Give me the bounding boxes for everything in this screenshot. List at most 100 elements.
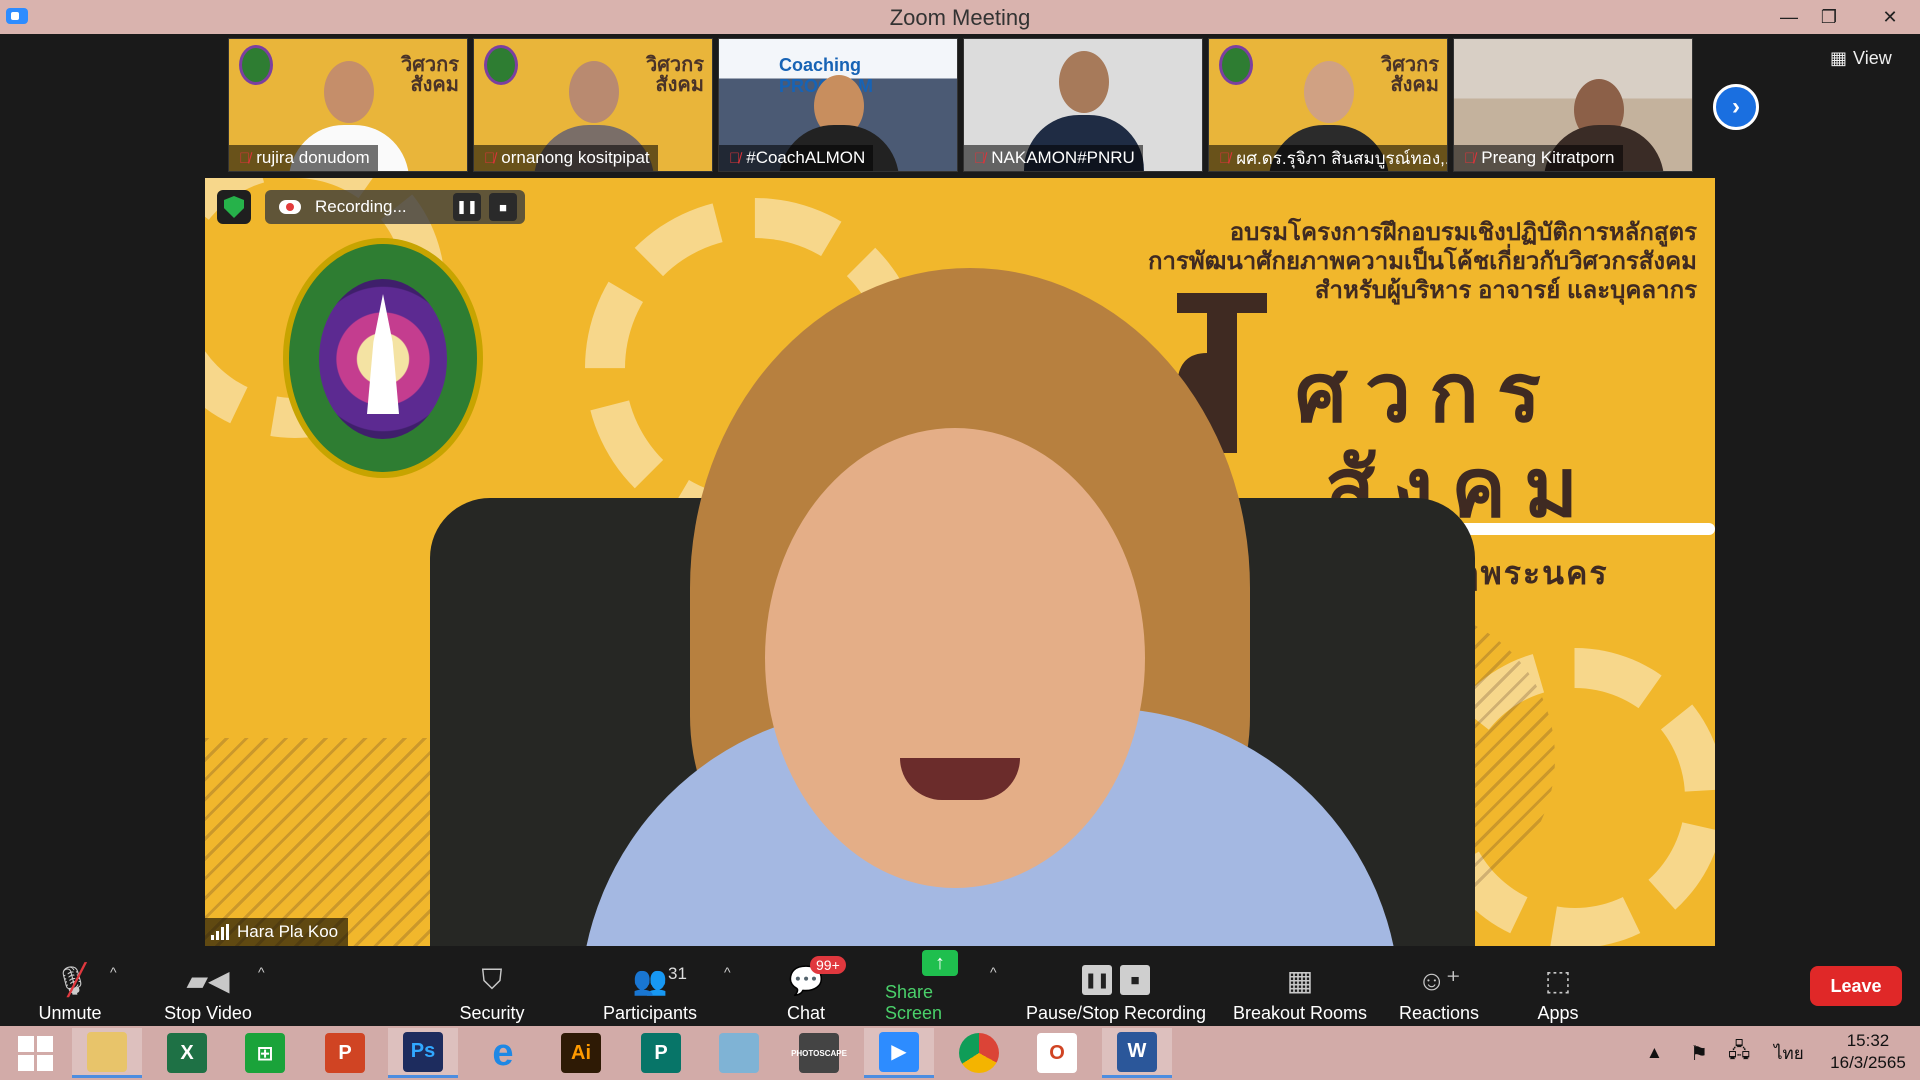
publisher-taskbar-button[interactable]: P [626,1028,696,1078]
participant-caption: 🎙̸ NAKAMON#PNRU [964,145,1143,171]
network-icon[interactable]: 🖧 [1728,1026,1750,1080]
share-screen-icon: ↑ [922,950,958,976]
unmute-button[interactable]: 🎙 ╱ Unmute [30,952,110,1024]
zoom-icon: ▶ [879,1031,919,1072]
pause-recording-button[interactable]: ❚❚ [453,193,481,221]
participant-caption: 🎙̸ Preang Kitratporn [1454,145,1623,171]
internet-explorer-taskbar-button[interactable]: e [468,1028,538,1078]
reactions-label: Reactions [1398,1003,1480,1023]
video-options-caret-icon[interactable]: ^ [258,964,265,980]
participant-name: ผศ.ดร.รุจิภา สินสมบูรณ์ทอง,... [1236,148,1448,168]
maximize-button[interactable]: ❐ [1805,0,1853,34]
share-options-caret-icon[interactable]: ^ [990,964,997,980]
file-explorer-taskbar-button[interactable] [72,1028,142,1078]
recording-label: Recording... [315,197,407,216]
illustrator-taskbar-button[interactable]: Ai [546,1028,616,1078]
stop-video-button[interactable]: ▰◀ Stop Video [160,952,256,1024]
breakout-rooms-button[interactable]: ▦ Breakout Rooms [1230,952,1370,1024]
next-page-arrow-icon[interactable]: › [1713,84,1759,130]
word-icon: W [1117,1031,1157,1072]
cloud-recording-icon [279,200,301,214]
leave-button[interactable]: Leave [1810,966,1902,1006]
view-button[interactable]: ▦ View [1830,48,1892,69]
participant-caption: 🎙̸ ornanong kositpipat [474,145,658,171]
banner-line: การพัฒนาศักยภาพความเป็นโค้ชเกี่ยวกับวิศว… [1147,248,1697,275]
photoscape-taskbar-button[interactable]: PHOTOSCAPE [784,1028,854,1078]
stop-video-label: Stop Video [164,1003,252,1023]
speaker-face [765,428,1145,888]
participants-icon: 👥 [632,964,668,996]
stop-recording-button[interactable]: ■ [489,193,517,221]
zoom-app: Zoom Meeting — ❐ ✕ วิศวกร สังคม 🎙̸ rujira… [0,0,1920,1080]
chat-button[interactable]: 💬 99+ Chat [780,952,846,1024]
powerpoint-icon: P [325,1033,365,1073]
windows-logo-icon [17,1035,53,1071]
pause-stop-recording-label: Pause/Stop Recording [1025,1003,1207,1023]
apps-button[interactable]: ⬚ Apps [1530,952,1586,1024]
view-label: View [1853,48,1892,68]
photoscape-icon: PHOTOSCAPE [791,1033,847,1073]
university-logo-icon [484,45,518,85]
shield-icon: ⛉ [481,963,503,995]
thumbnail-brand-text: วิศวกร สังคม [400,54,459,96]
apps-label: Apps [1537,1003,1579,1023]
thumbnail-brand-text: วิศวกร สังคม [1380,54,1439,96]
unmute-label: Unmute [38,1003,102,1023]
pause-stop-recording-button[interactable]: ❚❚ ■ Pause/Stop Recording [1025,952,1207,1024]
chat-label: Chat [786,1003,826,1023]
participant-face [569,61,619,123]
store-icon: ⊞ [245,1033,285,1073]
input-language-indicator[interactable]: ไทย [1774,1026,1804,1080]
participants-count: 31 [668,964,687,983]
photoshop-icon: Ps [403,1031,443,1072]
participants-options-caret-icon[interactable]: ^ [724,964,731,980]
participant-caption: 🎙̸ ผศ.ดร.รุจิภา สินสมบูรณ์ทอง,... [1209,145,1448,171]
action-center-flag-icon[interactable]: ⚑ [1690,1026,1708,1080]
windows-taskbar: X ⊞ P Ps e Ai P PHOTOSCAPE ▶ O W ▲ ⚑ 🖧 ไ… [0,1026,1920,1080]
notepad-icon [719,1033,759,1073]
participant-thumbnail[interactable]: 🎙̸ NAKAMON#PNRU [963,38,1203,172]
office-icon: O [1037,1033,1077,1073]
word-taskbar-button[interactable]: W [1102,1028,1172,1078]
folder-icon [87,1031,127,1072]
participant-name: NAKAMON#PNRU [991,148,1135,167]
audio-options-caret-icon[interactable]: ^ [110,964,117,980]
participant-thumbnail[interactable]: วิศวกร สังคม 🎙̸ rujira donudom [228,38,468,172]
start-button[interactable] [0,1028,70,1078]
close-button[interactable]: ✕ [1860,0,1920,34]
participant-name: #CoachALMON [746,148,866,167]
zoom-taskbar-button[interactable]: ▶ [864,1028,934,1078]
thumbnail-brand-text: วิศวกร สังคม [645,54,704,96]
powerpoint-taskbar-button[interactable]: P [310,1028,380,1078]
notepad-taskbar-button[interactable] [704,1028,774,1078]
photoshop-taskbar-button[interactable]: Ps [388,1028,458,1078]
pause-stop-icon: ❚❚ ■ [1082,963,1150,997]
mic-muted-icon: 🎙̸ [974,149,986,167]
excel-taskbar-button[interactable]: X [152,1028,222,1078]
participant-thumbnail[interactable]: Coaching PROGRAM 🎙̸ #CoachALMON [718,38,958,172]
title-bar: Zoom Meeting — ❐ ✕ [0,0,1920,34]
reactions-button[interactable]: ☺⁺ Reactions [1394,952,1484,1024]
chrome-icon [959,1033,999,1073]
participant-face [324,61,374,123]
security-button[interactable]: ⛉ Security [450,952,534,1024]
share-screen-button[interactable]: ↑ Share Screen [885,950,995,1024]
office-taskbar-button[interactable]: O [1022,1028,1092,1078]
store-taskbar-button[interactable]: ⊞ [230,1028,300,1078]
breakout-rooms-label: Breakout Rooms [1232,1003,1368,1023]
participants-label: Participants [602,1003,698,1023]
window-title: Zoom Meeting [889,5,1031,30]
breakout-rooms-icon: ▦ [1286,964,1314,996]
signal-strength-icon [211,924,229,940]
participant-thumbnail[interactable]: วิศวกร สังคม 🎙̸ ผศ.ดร.รุจิภา สินสมบูรณ์ทอ… [1208,38,1448,172]
chrome-taskbar-button[interactable] [944,1028,1014,1078]
encryption-shield-icon[interactable] [217,190,251,224]
participant-thumbnail[interactable]: 🎙̸ Preang Kitratporn [1453,38,1693,172]
main-speaker-video[interactable]: อบรมโครงการฝึกอบรมเชิงปฏิบัติการหลักสูตร… [205,178,1715,946]
coaching-banner: Coaching PROGRAM [779,55,873,96]
system-clock[interactable]: 15:32 16/3/2565 [1822,1030,1914,1074]
show-hidden-icons-button[interactable]: ▲ [1646,1026,1663,1080]
meeting-stage: วิศวกร สังคม 🎙̸ rujira donudom วิศวกร สัง… [0,34,1920,946]
participants-button[interactable]: 👥 31 Participants [596,952,704,1024]
participant-thumbnail[interactable]: วิศวกร สังคม 🎙̸ ornanong kositpipat [473,38,713,172]
